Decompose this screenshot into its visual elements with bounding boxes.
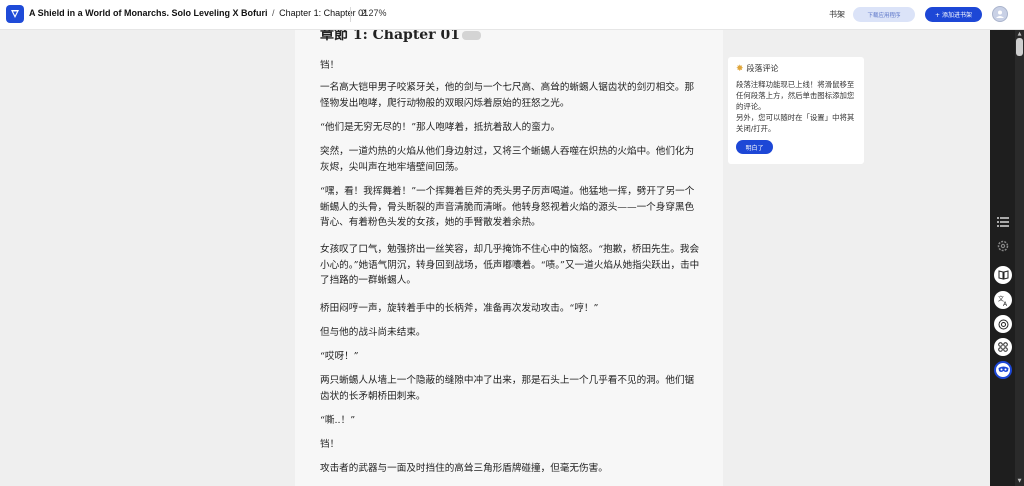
paragraph: “哎呀！” (320, 351, 359, 362)
sparkle-icon: ✸ (736, 63, 744, 74)
paragraph-comment-card: ✸ 段落评论 段落注释功能现已上线！将滑鼠移至任何段落上方，然后单击图标添加您的… (728, 57, 864, 164)
scrollbar-thumb[interactable] (1016, 38, 1023, 56)
paragraph: “嘶..！” (320, 415, 356, 426)
divider (350, 7, 351, 22)
top-bar: A Shield in a World of Monarchs. Solo Le… (0, 0, 1024, 30)
paragraph: 铛！ (320, 60, 340, 71)
avatar[interactable] (992, 6, 1008, 22)
menu-list-icon[interactable] (994, 213, 1012, 231)
paragraph: 一名高大铠甲男子咬紧牙关，他的剑与一个七尺高、高耸的蜥蜴人锯齿状的剑刃相交。那怪… (320, 82, 695, 109)
paragraph: “嘿，看！我挥舞着！”一个挥舞着巨斧的秃头男子厉声喝道。他猛地一挥，劈开了另一个… (320, 186, 695, 228)
paragraph: 两只蜥蜴人从墙上一个隐蔽的缝隙中冲了出来，那是石头上一个几乎看不见的洞。他们锯齿… (320, 375, 695, 402)
book-title-breadcrumb: A Shield in a World of Monarchs. Solo Le… (29, 8, 368, 18)
reading-progress: 2.27% (361, 8, 387, 18)
paragraph: 铛！ (320, 439, 340, 450)
comment-count-badge[interactable] (461, 30, 481, 40)
svg-text:A: A (1003, 301, 1008, 306)
mask-icon[interactable] (994, 361, 1012, 379)
got-it-button[interactable]: 明白了 (736, 140, 773, 154)
scroll-up-icon[interactable]: ▲ (1016, 31, 1023, 37)
chapter-heading: 章節 1: Chapter 01 (320, 30, 481, 44)
settings-gear-icon[interactable] (994, 237, 1012, 255)
comment-card-text: 段落注释功能现已上线！将滑鼠移至任何段落上方，然后单击图标添加您的评论。 (736, 80, 855, 111)
translate-icon[interactable]: 文A (994, 291, 1012, 309)
scrollbar[interactable] (1015, 30, 1024, 486)
chapter-title[interactable]: Chapter 1: Chapter 01 (279, 8, 368, 18)
book-icon[interactable] (994, 266, 1012, 284)
app-logo-icon[interactable] (6, 5, 24, 23)
library-link[interactable]: 书架 (829, 9, 845, 20)
download-app-button[interactable]: 下载应用程序 (853, 7, 915, 22)
breadcrumb-separator: / (272, 8, 275, 18)
book-title[interactable]: A Shield in a World of Monarchs. Solo Le… (29, 8, 268, 18)
paragraph: 桥田闷哼一声，旋转着手中的长柄斧，准备再次发动攻击。“哼！” (320, 303, 599, 314)
add-to-library-button[interactable]: + 添加进书架 (925, 7, 982, 22)
scroll-down-icon[interactable]: ▼ (1016, 478, 1023, 484)
target-icon[interactable] (994, 315, 1012, 333)
comment-card-title: ✸ 段落评论 (736, 63, 856, 74)
paragraph: 突然，一道灼热的火焰从他们身边射过，又将三个蜥蜴人吞噬在炽热的火焰中。他们化为灰… (320, 146, 695, 173)
paragraph: “他们是无穷无尽的！”那人咆哮着，抵抗着敌人的蛮力。 (320, 122, 561, 133)
paragraph: 女孩叹了口气，勉强挤出一丝笑容，却几乎掩饰不住心中的恼怒。“抱歉，桥田先生。我会… (320, 244, 700, 286)
reading-page: 章節 1: Chapter 01 铛！ 一名高大铠甲男子咬紧牙关，他的剑与一个七… (295, 30, 723, 486)
chapter-heading-text: 章節 1: Chapter 01 (320, 30, 460, 43)
grid-icon[interactable] (994, 338, 1012, 356)
paragraph: 攻击者的武器与一面及时挡住的高耸三角形盾牌碰撞，但毫无伤害。 (320, 463, 608, 474)
comment-card-title-text: 段落评论 (746, 64, 779, 73)
paragraph: 但与他的战斗尚未结束。 (320, 327, 426, 338)
comment-card-text-2: 另外，您可以随时在「设置」中将其关闭/打开。 (736, 113, 855, 133)
